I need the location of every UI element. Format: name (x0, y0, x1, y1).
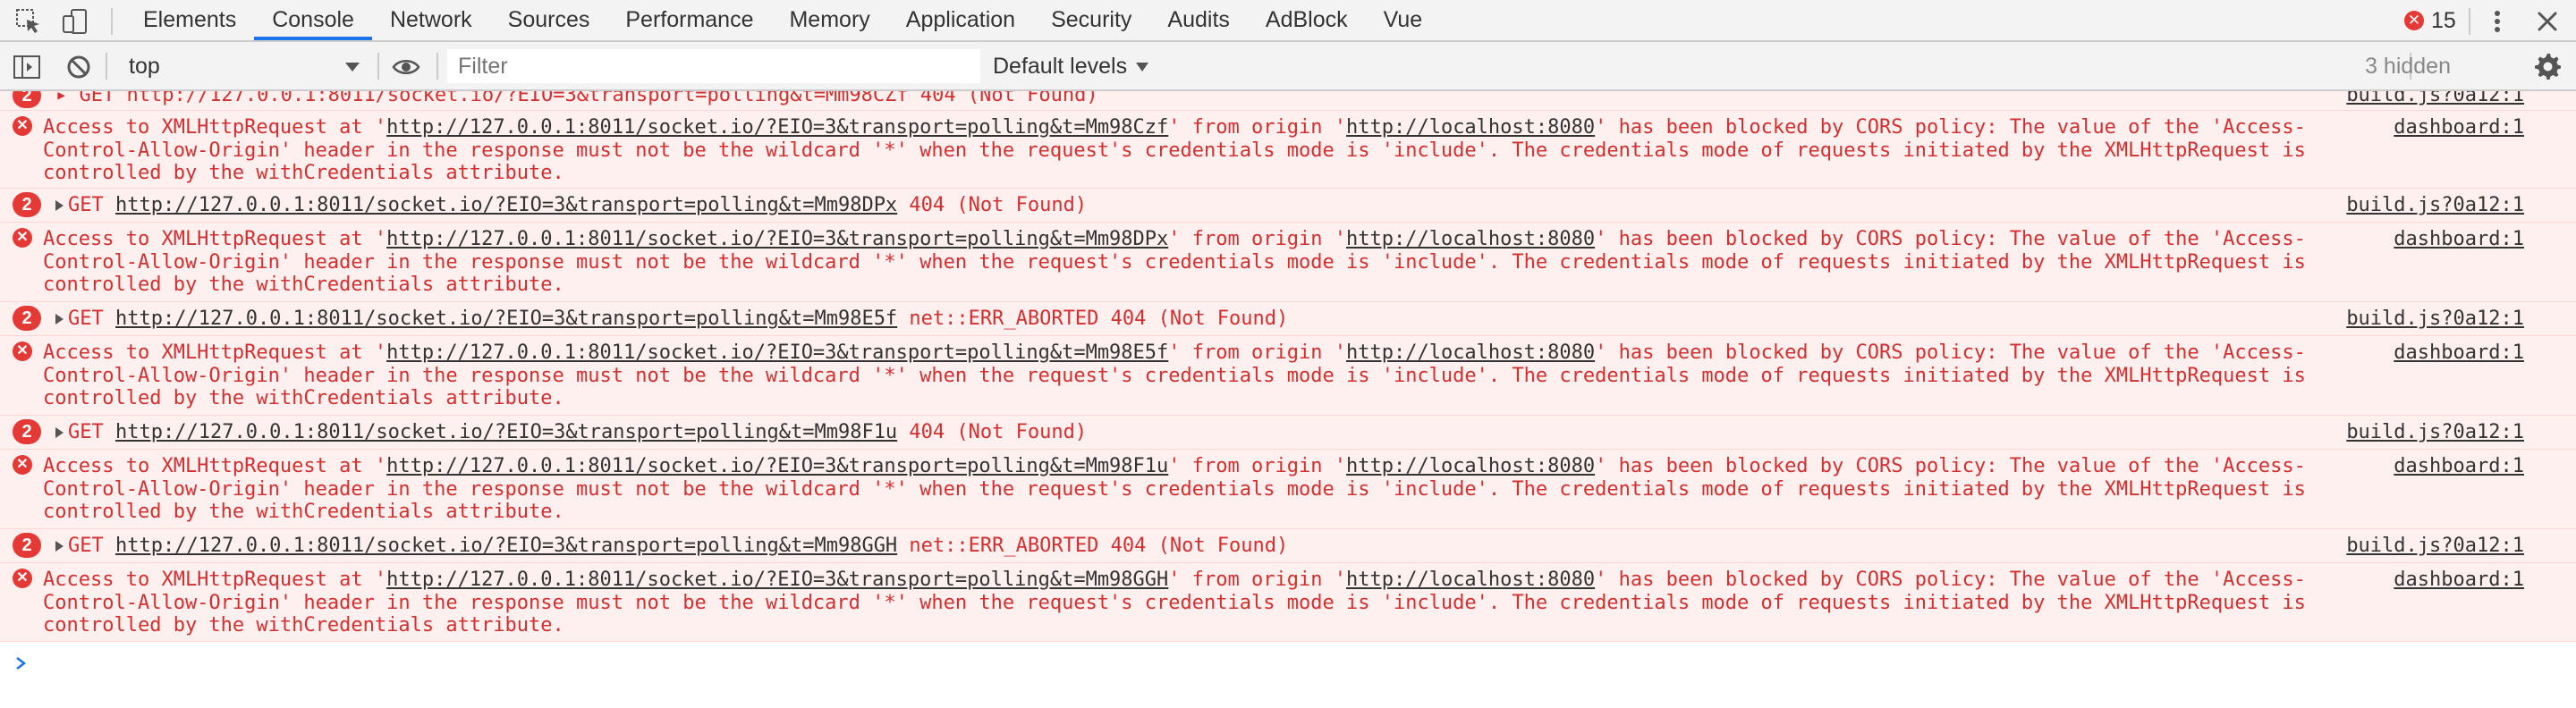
console-toolbar: top Default levels 3 hidden (0, 42, 2576, 91)
clear-console-icon[interactable] (64, 53, 93, 81)
console-message: ✕ Access to XMLHttpRequest at 'http://12… (0, 449, 2576, 528)
request-url-link[interactable]: http://127.0.0.1:8011/socket.io/?EIO=3&t… (386, 341, 1168, 364)
filter-input[interactable] (447, 49, 980, 83)
toolbar-separator (377, 53, 379, 80)
console-message: ✕ Access to XMLHttpRequest at 'http://12… (0, 562, 2576, 642)
source-link[interactable]: build.js?0a12:1 (2346, 535, 2524, 558)
context-value: top (129, 54, 160, 79)
show-sidebar-icon[interactable] (13, 53, 41, 81)
tab-vue[interactable]: Vue (1366, 0, 1441, 40)
log-levels-label: Default levels (993, 54, 1128, 79)
expand-arrow-icon[interactable] (55, 541, 64, 552)
source-link[interactable]: dashboard:1 (2394, 341, 2524, 365)
console-message-group[interactable]: 2 GET http://127.0.0.1:8011/socket.io/?E… (0, 415, 2576, 449)
console-message-cut: 2 ▸ GET http://127.0.0.1:8011/socket.io/… (0, 91, 2576, 110)
console-message-group[interactable]: 2 GET http://127.0.0.1:8011/socket.io/?E… (0, 528, 2576, 562)
origin-link[interactable]: http://localhost:8080 (1346, 116, 1595, 139)
error-icon: ✕ (13, 455, 32, 475)
request-url-link[interactable]: http://127.0.0.1:8011/socket.io/?EIO=3&t… (115, 194, 897, 216)
console-message-group[interactable]: 2 GET http://127.0.0.1:8011/socket.io/?E… (0, 188, 2576, 222)
console-message-group[interactable]: 2 GET http://127.0.0.1:8011/socket.io/?E… (0, 301, 2576, 335)
message-text: GET http://127.0.0.1:8011/socket.io/?EIO… (68, 308, 1289, 330)
message-text: Access to XMLHttpRequest at 'http://127.… (43, 569, 2318, 636)
request-url-link[interactable]: http://127.0.0.1:8011/socket.io/?EIO=3&t… (386, 228, 1168, 250)
request-url-link[interactable]: http://127.0.0.1:8011/socket.io/?EIO=3&t… (115, 308, 897, 330)
chevron-down-icon (345, 63, 360, 72)
console-message: ✕ Access to XMLHttpRequest at 'http://12… (0, 222, 2576, 301)
context-selector[interactable]: top (116, 50, 367, 82)
tab-adblock[interactable]: AdBlock (1248, 0, 1366, 40)
message-text: Access to XMLHttpRequest at 'http://127.… (43, 116, 2318, 184)
origin-link[interactable]: http://localhost:8080 (1346, 228, 1595, 250)
error-badge: 2 (13, 306, 41, 331)
tab-network[interactable]: Network (372, 0, 490, 40)
source-link[interactable]: build.js?0a12:1 (2346, 421, 2524, 444)
tab-console[interactable]: Console (254, 0, 372, 40)
request-url-link[interactable]: http://127.0.0.1:8011/socket.io/?EIO=3&t… (386, 569, 1168, 591)
tab-application[interactable]: Application (888, 0, 1033, 40)
error-icon: ✕ (13, 116, 32, 136)
source-link[interactable]: dashboard:1 (2394, 569, 2524, 592)
tab-security[interactable]: Security (1033, 0, 1149, 40)
toolbar-separator (436, 53, 438, 80)
panel-tabs: Elements Console Network Sources Perform… (125, 0, 1440, 40)
message-text: Access to XMLHttpRequest at 'http://127.… (43, 341, 2318, 409)
origin-link[interactable]: http://localhost:8080 (1346, 341, 1595, 364)
source-link[interactable]: build.js?0a12:1 (2346, 91, 2524, 107)
error-badge: 2 (13, 533, 41, 558)
inspect-element-icon[interactable] (14, 7, 43, 36)
console-message: ✕ Access to XMLHttpRequest at 'http://12… (0, 335, 2576, 415)
toolbar-separator (106, 53, 107, 80)
message-text: GET http://127.0.0.1:8011/socket.io/?EIO… (68, 535, 1289, 557)
origin-link[interactable]: http://localhost:8080 (1346, 455, 1595, 477)
request-url-link[interactable]: http://127.0.0.1:8011/socket.io/?EIO=3&t… (386, 116, 1168, 139)
error-icon: ✕ (13, 228, 32, 248)
source-link[interactable]: dashboard:1 (2394, 455, 2524, 478)
message-text: Access to XMLHttpRequest at 'http://127.… (43, 228, 2318, 296)
eye-icon[interactable] (392, 53, 420, 81)
error-count: 15 (2431, 7, 2456, 33)
error-badge: 2 (13, 91, 41, 108)
hidden-messages-count: 3 hidden (2365, 54, 2451, 79)
expand-arrow-icon[interactable] (55, 314, 64, 324)
expand-arrow-icon[interactable] (55, 200, 64, 211)
chevron-down-icon (1136, 63, 1149, 72)
devtools-tab-bar: Elements Console Network Sources Perform… (0, 0, 2576, 42)
error-counter[interactable]: ✕ 15 (2404, 7, 2456, 34)
console-messages: 2 ▸ GET http://127.0.0.1:8011/socket.io/… (0, 91, 2576, 708)
request-url-link[interactable]: http://127.0.0.1:8011/socket.io/?EIO=3&t… (115, 421, 897, 443)
log-levels-dropdown[interactable]: Default levels (993, 50, 1149, 82)
source-link[interactable]: dashboard:1 (2394, 116, 2524, 139)
source-link[interactable]: build.js?0a12:1 (2346, 308, 2524, 331)
tab-memory[interactable]: Memory (771, 0, 887, 40)
console-prompt-icon[interactable] (14, 653, 29, 674)
tab-elements[interactable]: Elements (125, 0, 254, 40)
message-text: GET http://127.0.0.1:8011/socket.io/?EIO… (68, 194, 1088, 216)
message-text: GET http://127.0.0.1:8011/socket.io/?EIO… (68, 421, 1088, 443)
expand-arrow-icon[interactable] (55, 427, 64, 438)
tab-sources[interactable]: Sources (490, 0, 608, 40)
error-icon: ✕ (2404, 11, 2424, 30)
error-icon: ✕ (13, 569, 32, 588)
request-url-link[interactable]: http://127.0.0.1:8011/socket.io/?EIO=3&t… (115, 535, 897, 557)
origin-link[interactable]: http://localhost:8080 (1346, 569, 1595, 591)
tab-audits[interactable]: Audits (1149, 0, 1247, 40)
error-badge: 2 (13, 419, 41, 444)
source-link[interactable]: dashboard:1 (2394, 228, 2524, 251)
error-badge: 2 (13, 192, 41, 217)
error-icon: ✕ (13, 341, 32, 361)
toolbar-separator (111, 8, 113, 35)
tab-performance[interactable]: Performance (607, 0, 771, 40)
gear-icon[interactable] (2533, 52, 2562, 80)
device-toolbar-icon[interactable] (61, 7, 89, 36)
message-text: Access to XMLHttpRequest at 'http://127.… (43, 455, 2318, 523)
toolbar-separator (2469, 8, 2470, 35)
message-text: ▸ GET http://127.0.0.1:8011/socket.io/?E… (55, 91, 1098, 106)
console-message: ✕ Access to XMLHttpRequest at 'http://12… (0, 110, 2576, 188)
close-icon[interactable] (2533, 7, 2562, 36)
request-url-link[interactable]: http://127.0.0.1:8011/socket.io/?EIO=3&t… (386, 455, 1168, 477)
source-link[interactable]: build.js?0a12:1 (2346, 194, 2524, 217)
more-options-icon[interactable] (2483, 7, 2512, 36)
